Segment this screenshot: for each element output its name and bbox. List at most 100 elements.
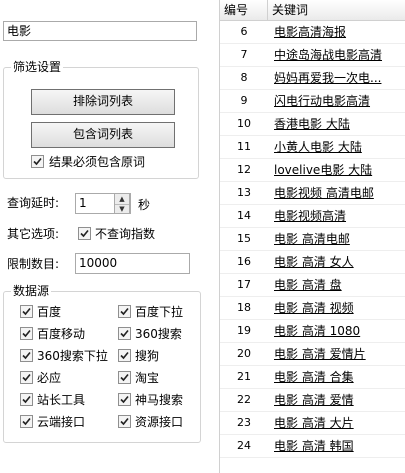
row-keyword[interactable]: 电影 高清 爱情	[268, 389, 405, 411]
limit-input[interactable]: 10000	[75, 253, 190, 274]
row-number: 7	[240, 48, 248, 61]
table-row[interactable]: 24 电影 高清 韩国	[220, 435, 405, 458]
row-keyword[interactable]: 电影 高清电邮	[268, 228, 405, 250]
source-checkbox[interactable]	[118, 415, 131, 428]
exclude-words-button[interactable]: 排除词列表	[31, 89, 175, 115]
table-row[interactable]: 10 香港电影 大陆	[220, 113, 405, 136]
checkmark-icon	[120, 307, 129, 316]
row-keyword[interactable]: 电影 高清 盘	[268, 274, 405, 296]
keyword-input[interactable]: 电影	[3, 21, 197, 41]
source-label: 360搜索下拉	[37, 349, 108, 363]
table-row[interactable]: 12 lovelive电影 大陆	[220, 159, 405, 182]
row-number: 24	[237, 439, 251, 452]
source-checkbox[interactable]	[118, 371, 131, 384]
must-contain-checkbox[interactable]	[31, 155, 44, 168]
data-source-group: 数据源 百度 百度下拉 百度移动 360搜索 360搜索下拉 搜狗 必应 淘宝 站长工具 神马搜索…	[3, 283, 201, 443]
row-number: 15	[237, 232, 251, 245]
data-source-title: 数据源	[11, 283, 52, 299]
row-number: 12	[237, 163, 251, 176]
source-checkbox[interactable]	[20, 349, 33, 362]
checkmark-icon	[120, 329, 129, 338]
checkmark-icon	[33, 157, 42, 166]
row-keyword[interactable]: 电影 高清 大片	[268, 412, 405, 434]
table-row[interactable]: 15 电影 高清电邮	[220, 228, 405, 251]
row-number: 10	[237, 117, 251, 130]
row-keyword[interactable]: lovelive电影 大陆	[268, 159, 405, 181]
row-keyword[interactable]: 电影 高清 视频	[268, 297, 405, 319]
checkmark-icon	[22, 351, 31, 360]
table-row[interactable]: 9 闪电行动电影高清	[220, 90, 405, 113]
table-row[interactable]: 22 电影 高清 爱情	[220, 389, 405, 412]
table-row[interactable]: 23 电影 高清 大片	[220, 412, 405, 435]
row-number: 22	[237, 393, 251, 406]
source-checkbox[interactable]	[20, 415, 33, 428]
row-keyword[interactable]: 电影 高清 爱情片	[268, 343, 405, 365]
row-keyword[interactable]: 电影 高清 1080	[268, 320, 405, 342]
row-number: 18	[237, 301, 251, 314]
column-header-number[interactable]: 编号	[220, 0, 268, 20]
row-keyword[interactable]: 闪电行动电影高清	[268, 90, 405, 112]
table-row[interactable]: 21 电影 高清 合集	[220, 366, 405, 389]
row-keyword[interactable]: 中途岛海战电影高清	[268, 44, 405, 66]
row-number: 13	[237, 186, 251, 199]
row-keyword[interactable]: 妈妈再爱我一次电...	[268, 67, 405, 89]
table-row[interactable]: 17 电影 高清 盘	[220, 274, 405, 297]
row-number: 20	[237, 347, 251, 360]
table-row[interactable]: 8 妈妈再爱我一次电...	[220, 67, 405, 90]
source-checkbox[interactable]	[118, 327, 131, 340]
source-checkbox[interactable]	[20, 305, 33, 318]
table-row[interactable]: 7 中途岛海战电影高清	[220, 44, 405, 67]
row-keyword[interactable]: 电影视频 高清电邮	[268, 182, 405, 204]
table-row[interactable]: 20 电影 高清 爱情片	[220, 343, 405, 366]
row-keyword[interactable]: 电影 高清 韩国	[268, 435, 405, 457]
checkmark-icon	[80, 229, 89, 238]
row-number: 6	[240, 25, 248, 38]
source-checkbox[interactable]	[118, 393, 131, 406]
table-header: 编号 关键词	[220, 0, 405, 21]
source-label: 站长工具	[37, 393, 86, 407]
source-checkbox[interactable]	[20, 371, 33, 384]
source-checkbox[interactable]	[20, 327, 33, 340]
query-delay-spinner[interactable]: ▲ ▼	[114, 193, 130, 214]
no-index-label: 不查询指数	[95, 227, 156, 241]
no-index-checkbox[interactable]	[78, 227, 91, 240]
row-keyword[interactable]: 香港电影 大陆	[268, 113, 405, 135]
spin-up-icon[interactable]: ▲	[115, 194, 129, 204]
spin-down-icon[interactable]: ▼	[115, 203, 129, 214]
source-checkbox[interactable]	[118, 305, 131, 318]
results-table: 编号 关键词 6 电影高清海报 7 中途岛海战电影高清 8 妈妈再爱我一次电... 9 闪电行…	[219, 0, 405, 473]
checkmark-icon	[22, 373, 31, 382]
row-number: 14	[237, 209, 251, 222]
table-row[interactable]: 6 电影高清海报	[220, 21, 405, 44]
checkmark-icon	[120, 395, 129, 404]
row-keyword[interactable]: 小黄人电影 大陆	[268, 136, 405, 158]
row-keyword[interactable]: 电影 高清 合集	[268, 366, 405, 388]
checkmark-icon	[22, 395, 31, 404]
source-checkbox[interactable]	[20, 393, 33, 406]
table-row[interactable]: 14 电影视频高清	[220, 205, 405, 228]
checkmark-icon	[22, 307, 31, 316]
row-number: 8	[240, 71, 248, 84]
row-number: 9	[240, 94, 248, 107]
other-options-label: 其它选项:	[7, 227, 60, 241]
table-row[interactable]: 11 小黄人电影 大陆	[220, 136, 405, 159]
query-delay-label: 查询延时:	[7, 196, 60, 210]
must-contain-label: 结果必须包含原词	[49, 155, 146, 169]
row-keyword[interactable]: 电影视频高清	[268, 205, 405, 227]
table-row[interactable]: 13 电影视频 高清电邮	[220, 182, 405, 205]
row-keyword[interactable]: 电影 高清 女人	[268, 251, 405, 273]
source-checkbox[interactable]	[118, 349, 131, 362]
checkmark-icon	[22, 329, 31, 338]
source-label: 必应	[37, 371, 62, 385]
include-words-button[interactable]: 包含词列表	[31, 122, 175, 148]
source-label: 百度	[37, 305, 62, 319]
table-row[interactable]: 16 电影 高清 女人	[220, 251, 405, 274]
table-row[interactable]: 18 电影 高清 视频	[220, 297, 405, 320]
row-number: 11	[237, 140, 251, 153]
table-row[interactable]: 19 电影 高清 1080	[220, 320, 405, 343]
row-keyword[interactable]: 电影高清海报	[268, 21, 405, 43]
row-number: 19	[237, 324, 251, 337]
source-label: 淘宝	[135, 371, 160, 385]
column-header-keyword[interactable]: 关键词	[268, 0, 405, 20]
settings-panel: 电影 筛选设置 排除词列表 包含词列表 结果必须包含原词 查询延时: 1 ▲ ▼…	[0, 0, 210, 473]
